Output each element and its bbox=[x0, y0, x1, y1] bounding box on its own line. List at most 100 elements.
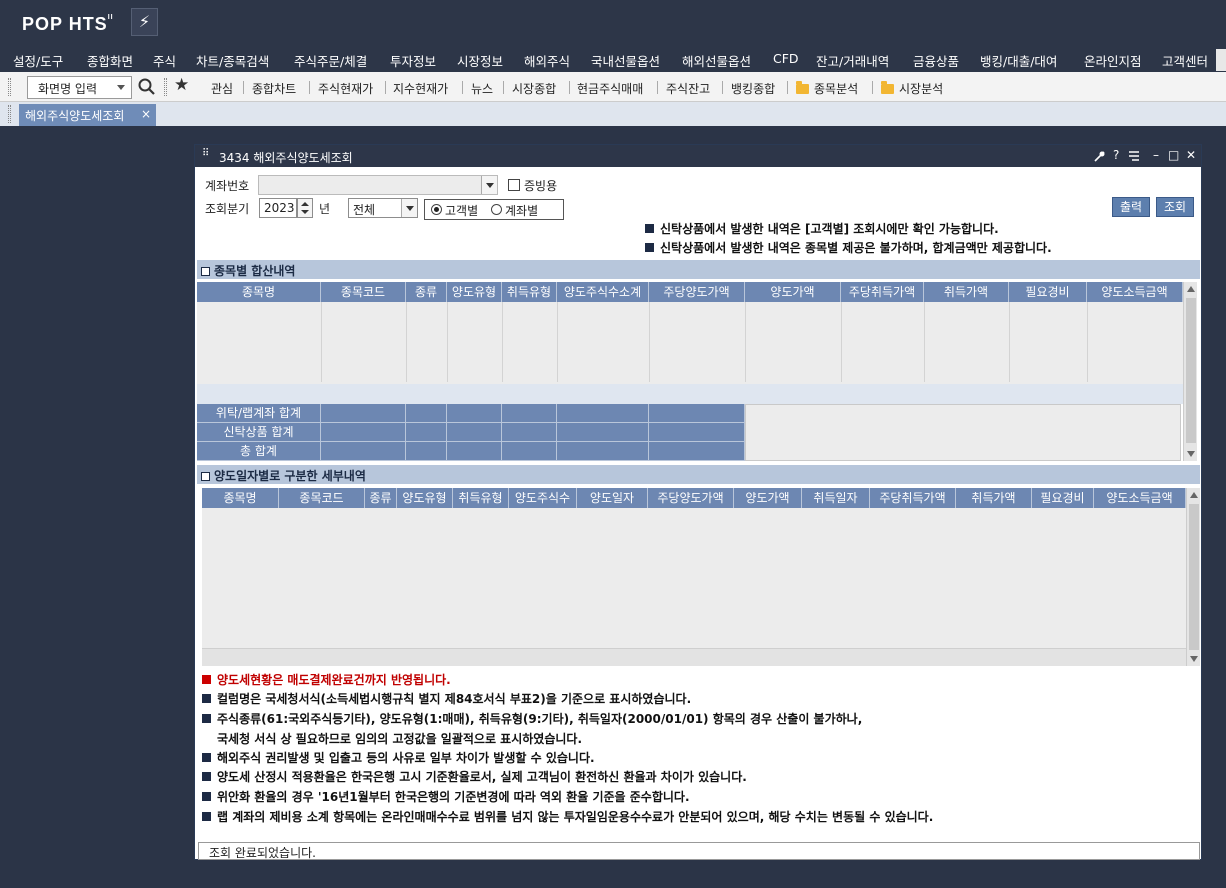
toolbar-link[interactable]: 종합차트 bbox=[252, 80, 296, 97]
folder-link[interactable]: 종목분석 bbox=[796, 80, 858, 97]
bullet-icon bbox=[202, 772, 211, 781]
year-input[interactable]: 2023 bbox=[259, 198, 297, 218]
toolbar-link[interactable]: 뉴스 bbox=[471, 80, 493, 97]
column-header[interactable]: 종류 bbox=[406, 282, 447, 302]
column-header[interactable]: 취득가액 bbox=[924, 282, 1009, 302]
summary-scrollbar[interactable] bbox=[1183, 282, 1197, 461]
scroll-down-icon[interactable] bbox=[1187, 451, 1195, 457]
bolt-icon[interactable]: ⚡ bbox=[131, 8, 158, 36]
menu-item[interactable]: 설정/도구 bbox=[13, 51, 63, 70]
toolbar-link[interactable]: 현금주식매매 bbox=[577, 80, 643, 97]
menu-item[interactable]: 고객센터 bbox=[1162, 51, 1208, 70]
radio-customer-label[interactable]: 고객별 bbox=[445, 202, 478, 219]
toolbar-link[interactable]: 지수현재가 bbox=[393, 80, 448, 97]
menu-item[interactable]: 해외주식 bbox=[524, 51, 570, 70]
toolbar-link[interactable]: 뱅킹종합 bbox=[731, 80, 775, 97]
window-title: 3434 해외주식양도세조회 bbox=[219, 151, 353, 165]
radio-account-label[interactable]: 계좌별 bbox=[505, 202, 538, 219]
menu-item[interactable]: 투자정보 bbox=[390, 51, 436, 70]
section-detail-header: 양도일자별로 구분한 세부내역 bbox=[197, 465, 1200, 484]
print-button[interactable]: 출력 bbox=[1112, 197, 1150, 217]
minimize-icon[interactable]: – bbox=[1153, 148, 1159, 162]
toolbar-link[interactable]: 주식현재가 bbox=[318, 80, 373, 97]
scroll-thumb[interactable] bbox=[1186, 298, 1196, 443]
column-header[interactable]: 종목코드 bbox=[279, 488, 365, 508]
menu-item[interactable]: 국내선물옵션 bbox=[591, 51, 660, 70]
column-header[interactable]: 종목명 bbox=[197, 282, 321, 302]
search-icon[interactable] bbox=[138, 78, 156, 96]
help-icon[interactable]: ? bbox=[1113, 148, 1119, 162]
summary-cell bbox=[321, 404, 406, 423]
scroll-up-icon[interactable] bbox=[1190, 492, 1198, 498]
column-header[interactable]: 양도가액 bbox=[734, 488, 802, 508]
menu-item[interactable]: 주식 bbox=[153, 51, 176, 70]
summary-grid-body[interactable] bbox=[197, 302, 1183, 384]
column-header[interactable]: 취득유형 bbox=[453, 488, 509, 508]
screen-search-combo[interactable]: 화면명 입력 bbox=[27, 76, 132, 99]
column-header[interactable]: 양도소득금액 bbox=[1094, 488, 1186, 508]
column-header[interactable]: 주당취득가액 bbox=[870, 488, 956, 508]
detail-scrollbar[interactable] bbox=[1186, 488, 1200, 666]
tab-overseas-tax[interactable]: 해외주식양도세조회 × bbox=[19, 104, 156, 126]
column-header[interactable]: 주당양도가액 bbox=[648, 488, 734, 508]
menu-item[interactable]: 잔고/거래내역 bbox=[816, 51, 889, 70]
column-header[interactable]: 양도일자 bbox=[577, 488, 648, 508]
scroll-down-icon[interactable] bbox=[1190, 656, 1198, 662]
column-header[interactable]: 양도유형 bbox=[447, 282, 502, 302]
chevron-down-icon[interactable] bbox=[401, 199, 417, 217]
column-header[interactable]: 필요경비 bbox=[1009, 282, 1087, 302]
menu-item[interactable]: 종합화면 bbox=[87, 51, 133, 70]
account-select[interactable] bbox=[258, 175, 498, 195]
column-header[interactable]: 취득가액 bbox=[956, 488, 1032, 508]
grip-icon: ⠿ bbox=[202, 148, 209, 159]
quarter-select[interactable]: 전체 bbox=[348, 198, 418, 218]
detail-grid-body[interactable] bbox=[202, 508, 1186, 648]
column-header[interactable]: 종목코드 bbox=[321, 282, 406, 302]
column-header[interactable]: 양도유형 bbox=[397, 488, 453, 508]
menu-item[interactable]: 온라인지점 bbox=[1084, 51, 1142, 70]
scroll-thumb[interactable] bbox=[1189, 504, 1199, 650]
column-header[interactable]: 필요경비 bbox=[1032, 488, 1094, 508]
toolbar-link[interactable]: 시장종합 bbox=[512, 80, 556, 97]
menu-scroll[interactable] bbox=[1216, 49, 1226, 71]
toolbar-grip[interactable] bbox=[8, 78, 11, 96]
column-header[interactable]: 취득일자 bbox=[802, 488, 870, 508]
column-header[interactable]: 종류 bbox=[365, 488, 397, 508]
menu-item[interactable]: CFD bbox=[773, 51, 799, 66]
window-title-bar[interactable]: ⠿ 3434 해외주식양도세조회 ? – □ ✕ bbox=[195, 145, 1201, 167]
menu-item[interactable]: 주식주문/체결 bbox=[294, 51, 367, 70]
proof-checkbox[interactable] bbox=[508, 179, 520, 191]
column-header[interactable]: 주당취득가액 bbox=[841, 282, 924, 302]
pin-icon[interactable] bbox=[1093, 150, 1106, 163]
menu-item[interactable]: 금융상품 bbox=[913, 51, 959, 70]
close-icon[interactable]: ✕ bbox=[1186, 148, 1196, 162]
collapse-icon[interactable] bbox=[201, 267, 210, 276]
year-spinner[interactable] bbox=[297, 198, 313, 218]
folder-link[interactable]: 시장분석 bbox=[881, 80, 943, 97]
menu-lines-icon[interactable] bbox=[1128, 150, 1140, 162]
column-header[interactable]: 종목명 bbox=[202, 488, 279, 508]
column-header[interactable]: 양도소득금액 bbox=[1087, 282, 1183, 302]
column-header[interactable]: 양도가액 bbox=[745, 282, 841, 302]
radio-customer[interactable] bbox=[431, 204, 442, 215]
menu-item[interactable]: 뱅킹/대출/대여 bbox=[980, 51, 1057, 70]
toolbar-link[interactable]: 관심 bbox=[211, 80, 233, 97]
main-menu: 설정/도구 종합화면 주식 차트/종목검색 주식주문/체결 투자정보 시장정보 … bbox=[0, 45, 1226, 72]
toolbar-link[interactable]: 주식잔고 bbox=[666, 80, 710, 97]
column-header[interactable]: 주당양도가액 bbox=[649, 282, 745, 302]
menu-item[interactable]: 시장정보 bbox=[457, 51, 503, 70]
search-button[interactable]: 조회 bbox=[1156, 197, 1194, 217]
maximize-icon[interactable]: □ bbox=[1168, 148, 1179, 162]
column-header[interactable]: 양도주식수 bbox=[509, 488, 577, 508]
collapse-icon[interactable] bbox=[201, 472, 210, 481]
menu-item[interactable]: 차트/종목검색 bbox=[196, 51, 269, 70]
column-header[interactable]: 취득유형 bbox=[502, 282, 557, 302]
scroll-up-icon[interactable] bbox=[1187, 286, 1195, 292]
column-header[interactable]: 양도주식수소계 bbox=[557, 282, 649, 302]
close-icon[interactable]: × bbox=[141, 107, 151, 121]
menu-item[interactable]: 해외선물옵션 bbox=[682, 51, 751, 70]
radio-account[interactable] bbox=[491, 204, 502, 215]
chevron-down-icon[interactable] bbox=[481, 176, 497, 194]
star-icon[interactable]: ★ bbox=[174, 75, 189, 95]
proof-label: 증빙용 bbox=[524, 179, 558, 193]
